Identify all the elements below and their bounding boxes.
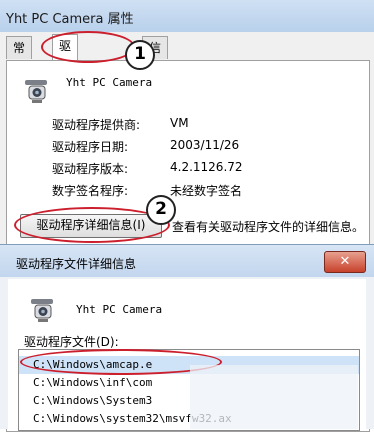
- device-name: Yht PC Camera: [66, 76, 153, 89]
- file-list-item[interactable]: C:\Windows\System3: [19, 392, 152, 410]
- driver-version-value: 4.2.1126.72: [170, 160, 243, 174]
- watermark-overlay: [190, 365, 358, 429]
- file-list-item[interactable]: C:\Windows\inf\com: [19, 374, 152, 392]
- camera-icon: [25, 80, 47, 103]
- digital-signer-value: 未经数字签名: [170, 184, 243, 198]
- dialog-device-name: Yht PC Camera: [76, 303, 163, 316]
- step-2-badge: 2: [146, 195, 176, 225]
- driver-details-hint: 查看有关驱动程序文件的详细信息。: [172, 220, 365, 234]
- properties-window: Yht PC Camera 属性 常规 驱动程序 信息 Yht PC Camer…: [0, 0, 374, 432]
- title-bar: Yht PC Camera 属性: [0, 0, 374, 32]
- window-title: Yht PC Camera 属性: [6, 12, 134, 27]
- driver-file-details-dialog: 驱动程序文件详细信息 ✕ Yht PC Camera 驱动程序文件(D): C:…: [0, 244, 374, 431]
- dialog-close-button[interactable]: ✕: [324, 251, 366, 273]
- tab-driver-highlight-ring: [41, 31, 135, 63]
- dialog-title-bar: 驱动程序文件详细信息 ✕: [0, 245, 374, 277]
- driver-date-value: 2003/11/26: [170, 138, 240, 152]
- driver-date-label: 驱动程序日期:: [52, 140, 129, 154]
- tab-general[interactable]: 常规: [6, 36, 33, 77]
- driver-provider-label: 驱动程序提供商:: [52, 118, 141, 132]
- driver-version-label: 驱动程序版本:: [52, 162, 129, 176]
- driver-provider-value: VM: [170, 116, 189, 130]
- driver-files-label: 驱动程序文件(D):: [24, 335, 119, 349]
- dialog-title: 驱动程序文件详细信息: [16, 257, 137, 271]
- step-1-badge: 1: [125, 40, 155, 70]
- dialog-camera-icon: [31, 299, 53, 322]
